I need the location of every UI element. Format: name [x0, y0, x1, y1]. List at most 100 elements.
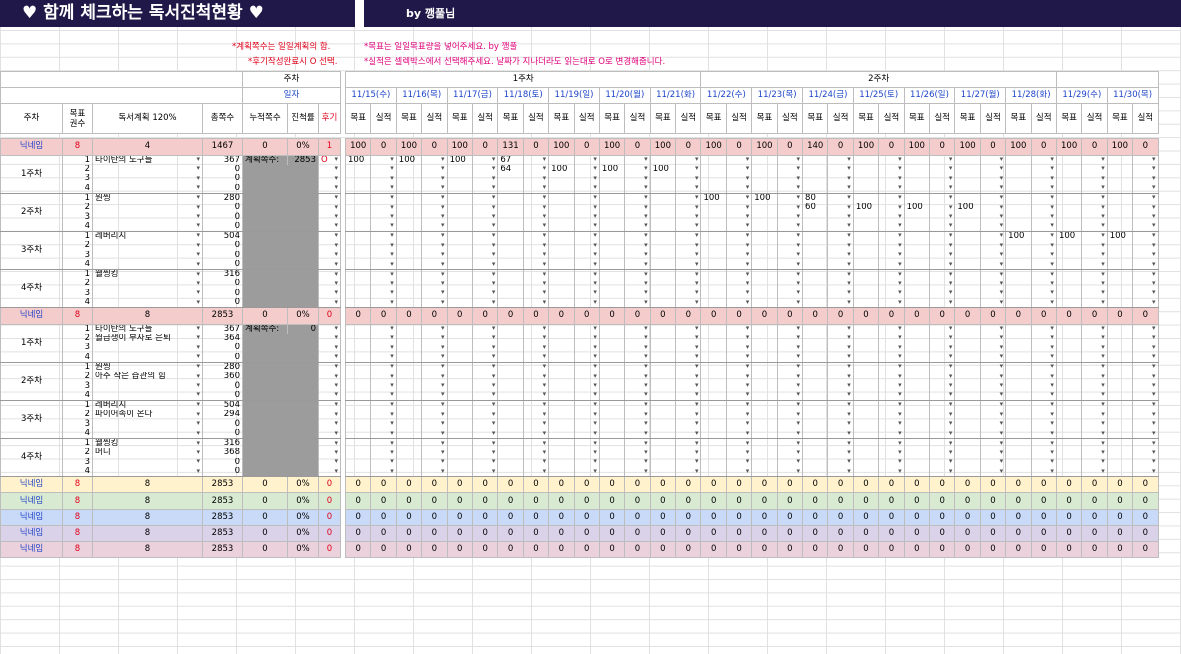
- daily-actual-select[interactable]: [827, 260, 854, 271]
- daily-actual-select[interactable]: [675, 240, 702, 251]
- daily-goal-input[interactable]: [1005, 155, 1032, 165]
- daily-actual-select[interactable]: [928, 250, 956, 261]
- daily-actual-select[interactable]: [522, 457, 550, 468]
- daily-actual-select[interactable]: [1081, 457, 1108, 468]
- daily-actual-select[interactable]: [471, 174, 499, 184]
- daily-actual-select[interactable]: [1030, 419, 1057, 430]
- daily-actual-select[interactable]: [776, 371, 804, 382]
- daily-goal-input[interactable]: [751, 429, 778, 440]
- daily-actual-select[interactable]: [624, 231, 651, 241]
- daily-actual-select[interactable]: [370, 352, 397, 363]
- daily-goal-input[interactable]: [1055, 155, 1083, 165]
- daily-goal-input[interactable]: [700, 457, 727, 468]
- daily-goal-input[interactable]: [1055, 250, 1083, 261]
- daily-actual-select[interactable]: [1081, 409, 1108, 420]
- daily-goal-input[interactable]: [1106, 250, 1134, 261]
- daily-goal-input[interactable]: 100: [1005, 231, 1032, 241]
- daily-goal-input[interactable]: [548, 409, 575, 420]
- daily-goal-input[interactable]: [446, 400, 473, 410]
- daily-actual-select[interactable]: [928, 429, 956, 440]
- daily-actual-select[interactable]: [522, 438, 550, 449]
- daily-goal-input[interactable]: [954, 457, 981, 468]
- daily-actual-select[interactable]: [1030, 362, 1057, 372]
- daily-actual-select[interactable]: [1030, 371, 1057, 382]
- book-title-select[interactable]: [92, 174, 203, 184]
- daily-actual-select[interactable]: [1030, 231, 1057, 241]
- daily-actual-select[interactable]: [1030, 343, 1057, 353]
- daily-goal-input[interactable]: [598, 250, 626, 261]
- daily-actual-select[interactable]: [370, 467, 397, 478]
- review-select[interactable]: [318, 183, 341, 194]
- daily-actual-select[interactable]: [522, 260, 550, 271]
- daily-actual-select[interactable]: [827, 352, 854, 363]
- daily-actual-select[interactable]: [1030, 202, 1057, 213]
- daily-goal-input[interactable]: [598, 193, 626, 203]
- daily-goal-input[interactable]: [852, 221, 880, 232]
- daily-goal-input[interactable]: [548, 231, 575, 241]
- daily-actual-select[interactable]: [675, 298, 702, 309]
- daily-actual-select[interactable]: [827, 438, 854, 449]
- daily-actual-select[interactable]: [370, 212, 397, 222]
- daily-actual-select[interactable]: [471, 269, 499, 280]
- daily-goal-input[interactable]: [1055, 174, 1083, 184]
- daily-actual-select[interactable]: [522, 288, 550, 299]
- daily-goal-input[interactable]: [1106, 467, 1134, 478]
- nickname[interactable]: 닉네임: [0, 307, 63, 325]
- daily-actual-select[interactable]: [471, 381, 499, 391]
- daily-goal-input[interactable]: [903, 429, 930, 440]
- daily-actual-select[interactable]: [624, 352, 651, 363]
- daily-actual-select[interactable]: [1132, 288, 1159, 299]
- review-select[interactable]: [318, 164, 341, 175]
- daily-goal-input[interactable]: [598, 221, 626, 232]
- daily-actual-select[interactable]: [471, 193, 499, 203]
- daily-goal-input[interactable]: [446, 288, 473, 299]
- daily-actual-select[interactable]: [776, 260, 804, 271]
- daily-goal-input[interactable]: [852, 298, 880, 309]
- daily-actual-select[interactable]: [725, 467, 753, 478]
- daily-goal-input[interactable]: [395, 260, 423, 271]
- daily-actual-select[interactable]: [624, 400, 651, 410]
- daily-goal-input[interactable]: [751, 260, 778, 271]
- review-select[interactable]: [318, 324, 341, 334]
- daily-actual-select[interactable]: [573, 240, 600, 251]
- daily-actual-select[interactable]: [421, 409, 448, 420]
- book-title-select[interactable]: [92, 260, 203, 271]
- daily-actual-select[interactable]: [370, 409, 397, 420]
- daily-actual-select[interactable]: [421, 457, 448, 468]
- review-select[interactable]: [318, 457, 341, 468]
- daily-actual-select[interactable]: [725, 457, 753, 468]
- book-title-select[interactable]: 머니: [92, 448, 203, 458]
- daily-goal-input[interactable]: [497, 371, 524, 382]
- daily-goal-input[interactable]: [700, 419, 727, 430]
- daily-actual-select[interactable]: [471, 324, 499, 334]
- daily-goal-input[interactable]: [649, 174, 677, 184]
- book-title-select[interactable]: [92, 164, 203, 175]
- daily-goal-input[interactable]: [497, 324, 524, 334]
- daily-goal-input[interactable]: [802, 183, 829, 194]
- daily-actual-select[interactable]: [1081, 343, 1108, 353]
- daily-goal-input[interactable]: [1106, 409, 1134, 420]
- daily-goal-input[interactable]: [649, 419, 677, 430]
- daily-actual-select[interactable]: [1081, 269, 1108, 280]
- daily-actual-select[interactable]: [1081, 448, 1108, 458]
- daily-goal-input[interactable]: [954, 429, 981, 440]
- daily-actual-select[interactable]: [1132, 400, 1159, 410]
- daily-actual-select[interactable]: [471, 231, 499, 241]
- daily-goal-input[interactable]: [1106, 193, 1134, 203]
- daily-actual-select[interactable]: [471, 260, 499, 271]
- daily-actual-select[interactable]: [471, 288, 499, 299]
- daily-goal-input[interactable]: [1106, 400, 1134, 410]
- daily-goal-input[interactable]: [649, 202, 677, 213]
- daily-goal-input[interactable]: [802, 438, 829, 449]
- daily-goal-input[interactable]: [751, 438, 778, 449]
- daily-goal-input[interactable]: [1055, 409, 1083, 420]
- daily-goal-input[interactable]: [751, 183, 778, 194]
- daily-actual-select[interactable]: [827, 288, 854, 299]
- daily-actual-select[interactable]: [827, 231, 854, 241]
- daily-goal-input[interactable]: [395, 279, 423, 289]
- daily-actual-select[interactable]: [675, 221, 702, 232]
- daily-actual-select[interactable]: [675, 164, 702, 175]
- book-title-select[interactable]: [92, 381, 203, 391]
- daily-goal-input[interactable]: [700, 212, 727, 222]
- daily-goal-input[interactable]: [344, 390, 372, 401]
